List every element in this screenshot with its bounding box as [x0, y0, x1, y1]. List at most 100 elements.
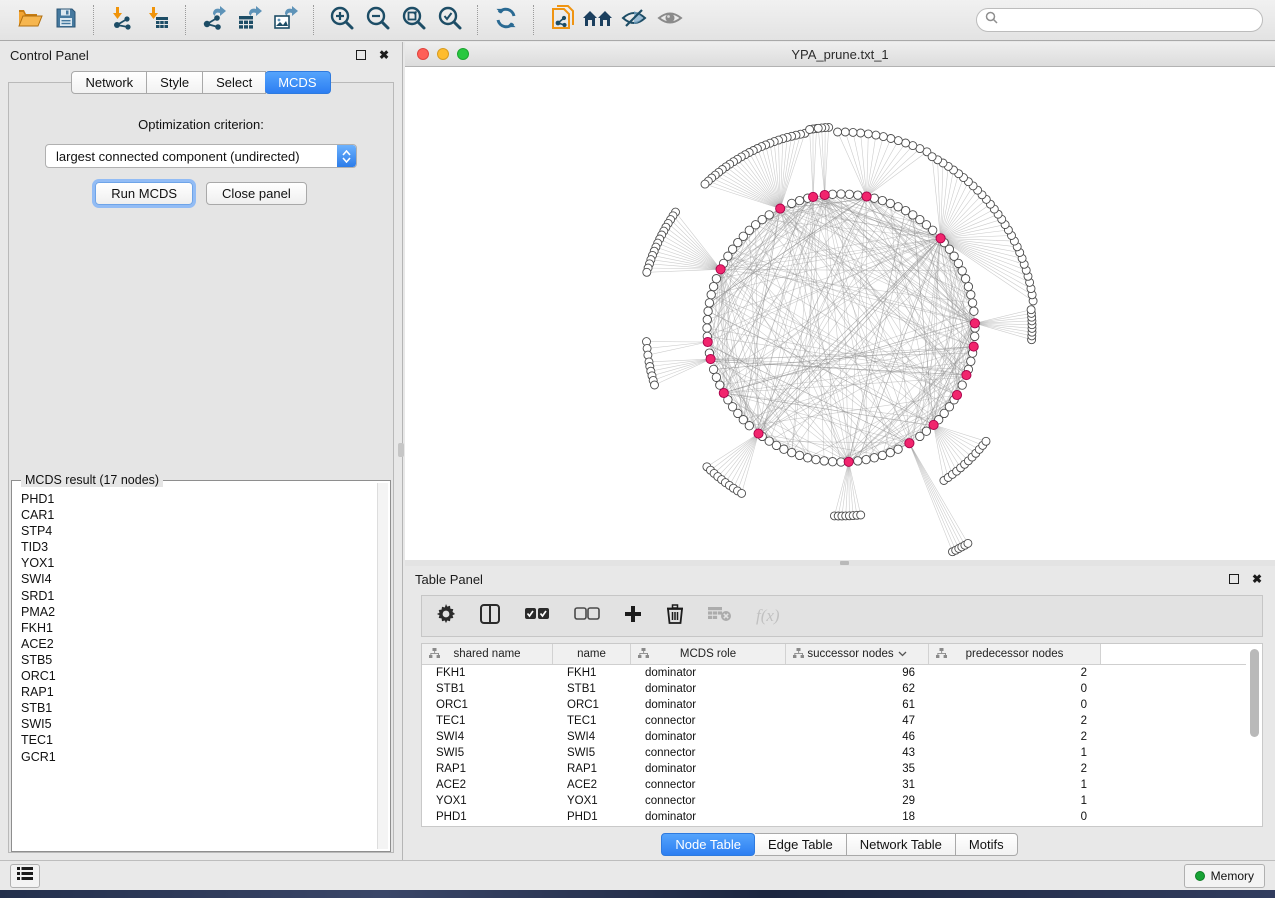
table-row[interactable]: SWI5SWI5connector431 — [422, 745, 1262, 761]
zoom-in-button[interactable] — [324, 4, 360, 36]
network-view[interactable] — [405, 67, 1275, 561]
network-node — [968, 299, 976, 307]
deselect-all-button[interactable] — [574, 607, 600, 626]
cell-predecessor-nodes: 1 — [929, 795, 1101, 807]
column-header-successor-nodes[interactable]: successor nodes — [786, 644, 929, 664]
mcds-result-list[interactable]: PHD1CAR1STP4TID3YOX1SWI4SRD1PMA2FKH1ACE2… — [12, 489, 378, 849]
column-label: predecessor nodes — [966, 648, 1064, 660]
cell-MCDS-role: dominator — [631, 763, 786, 775]
cell-successor-nodes: 35 — [786, 763, 929, 775]
minimize-window-button[interactable] — [437, 48, 449, 60]
search-field[interactable] — [976, 8, 1263, 32]
zoom-selected-button[interactable] — [432, 4, 468, 36]
import-network-button[interactable] — [104, 4, 140, 36]
column-header-shared-name[interactable]: shared name — [422, 644, 553, 664]
hide-selected-button[interactable] — [616, 4, 652, 36]
table-row[interactable]: RAP1RAP1dominator352 — [422, 761, 1262, 777]
close-window-button[interactable] — [417, 48, 429, 60]
show-all-button[interactable] — [652, 4, 688, 36]
search-input[interactable] — [1003, 12, 1254, 28]
table-row[interactable]: YOX1YOX1connector291 — [422, 793, 1262, 809]
export-image-button[interactable] — [268, 4, 304, 36]
cell-name: RAP1 — [553, 763, 631, 775]
column-header-predecessor-nodes[interactable]: predecessor nodes — [929, 644, 1101, 664]
tab-network[interactable]: Network — [71, 71, 147, 94]
mcds-result-item: TID3 — [21, 539, 378, 555]
tab-node-table[interactable]: Node Table — [661, 833, 755, 856]
network-canvas[interactable] — [405, 67, 1275, 561]
close-panel-button-2[interactable]: Close panel — [206, 182, 307, 205]
float-table-panel-button[interactable] — [1226, 571, 1242, 587]
refresh-layout-button[interactable] — [488, 4, 524, 36]
zoom-fit-button[interactable] — [396, 4, 432, 36]
table-scrollbar[interactable] — [1246, 644, 1262, 826]
network-node — [709, 282, 717, 290]
save-session-button[interactable] — [48, 4, 84, 36]
zoom-window-button[interactable] — [457, 48, 469, 60]
tab-style[interactable]: Style — [147, 71, 203, 94]
mcds-result-item: RAP1 — [21, 684, 378, 700]
table-settings-button[interactable] — [436, 604, 456, 629]
mcds-dominator-node — [716, 265, 725, 274]
tab-edge-table[interactable]: Edge Table — [755, 833, 847, 856]
column-header-name[interactable]: name — [553, 644, 631, 664]
export-table-button[interactable] — [232, 4, 268, 36]
zoom-out-button[interactable] — [360, 4, 396, 36]
mcds-result-item: STB1 — [21, 700, 378, 716]
table-row[interactable]: STB1STB1dominator620 — [422, 681, 1262, 697]
mcds-result-item: FKH1 — [21, 620, 378, 636]
memory-button[interactable]: Memory — [1184, 864, 1265, 888]
tab-select[interactable]: Select — [203, 71, 266, 94]
table-row[interactable]: SWI4SWI4dominator462 — [422, 729, 1262, 745]
network-node — [1027, 306, 1035, 314]
import-table-button[interactable] — [140, 4, 176, 36]
cell-name: SWI4 — [553, 731, 631, 743]
run-mcds-button[interactable]: Run MCDS — [95, 182, 193, 205]
float-panel-button[interactable] — [353, 47, 369, 63]
show-eye-icon — [656, 6, 684, 35]
mcds-dominator-node — [809, 192, 818, 201]
table-row[interactable]: PHD1PHD1dominator180 — [422, 809, 1262, 825]
cell-shared-name: ORC1 — [422, 699, 553, 711]
network-node — [870, 454, 878, 462]
close-panel-button[interactable]: ✖ — [376, 47, 392, 63]
tab-motifs[interactable]: Motifs — [956, 833, 1018, 856]
network-node — [967, 357, 975, 365]
tab-network-table[interactable]: Network Table — [847, 833, 956, 856]
new-network-from-selection-button[interactable] — [544, 4, 580, 36]
cell-MCDS-role: connector — [631, 715, 786, 727]
network-node — [788, 199, 796, 207]
vertical-split-handle[interactable] — [398, 443, 404, 457]
mcds-result-title: MCDS result (17 nodes) — [21, 473, 163, 487]
table-scrollbar-thumb[interactable] — [1250, 649, 1259, 737]
table-row[interactable]: ORC1ORC1dominator610 — [422, 697, 1262, 713]
mcds-result-scrollbar[interactable] — [377, 483, 388, 849]
cell-predecessor-nodes: 2 — [929, 763, 1101, 775]
open-file-button[interactable] — [12, 4, 48, 36]
open-folder-icon — [17, 7, 43, 34]
cell-successor-nodes: 43 — [786, 747, 929, 759]
column-header-MCDS-role[interactable]: MCDS role — [631, 644, 786, 664]
cell-MCDS-role: dominator — [631, 731, 786, 743]
function-builder-button[interactable]: f(x) — [756, 606, 780, 626]
first-neighbors-button[interactable] — [580, 4, 616, 36]
export-image-icon — [273, 6, 299, 35]
table-row[interactable]: ACE2ACE2connector311 — [422, 777, 1262, 793]
delete-table-button[interactable] — [708, 606, 732, 627]
mcds-dominator-node — [952, 390, 961, 399]
create-column-button[interactable] — [624, 605, 642, 628]
task-history-button[interactable] — [10, 864, 40, 888]
mcds-result-item: GCR1 — [21, 749, 378, 765]
close-table-panel-button[interactable]: ✖ — [1249, 571, 1265, 587]
show-columns-button[interactable] — [480, 604, 500, 629]
network-node — [864, 130, 872, 138]
optimization-select[interactable]: largest connected component (undirected) — [45, 144, 357, 168]
cell-shared-name: SWI4 — [422, 731, 553, 743]
cell-predecessor-nodes: 2 — [929, 731, 1101, 743]
table-row[interactable]: FKH1FKH1dominator962 — [422, 665, 1262, 681]
select-all-button[interactable] — [524, 607, 550, 626]
table-row[interactable]: TEC1TEC1connector472 — [422, 713, 1262, 729]
tab-mcds[interactable]: MCDS — [265, 71, 330, 94]
delete-column-button[interactable] — [666, 604, 684, 629]
export-network-button[interactable] — [196, 4, 232, 36]
